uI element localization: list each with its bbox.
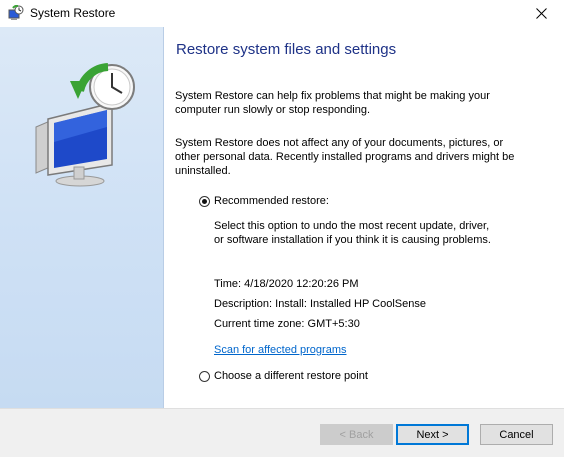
sidebar-panel [0,27,164,408]
close-button[interactable] [518,0,564,27]
system-restore-icon [8,5,24,20]
scan-affected-programs-link[interactable]: Scan for affected programs [214,344,346,356]
intro-line: System Restore can help fix problems tha… [175,90,490,102]
intro-line: computer run slowly or stop responding. [175,104,371,116]
recommended-restore-radio[interactable] [199,195,210,207]
current-timezone: Current time zone: GMT+5:30 [214,318,360,330]
next-button[interactable]: Next > [396,424,469,445]
window-title: System Restore [30,6,116,20]
different-restore-point-label: Choose a different restore point [214,370,368,382]
cancel-button[interactable]: Cancel [480,424,553,445]
different-restore-point-radio[interactable] [199,370,210,382]
description-line: Select this option to undo the most rece… [214,220,490,232]
back-button[interactable]: < Back [320,424,393,445]
system-restore-window: System Restore Restore system files and … [0,0,564,457]
button-bar: < Back Next > Cancel [0,408,564,457]
recommended-restore-option[interactable]: Recommended restore: [199,195,329,207]
close-icon [535,8,547,19]
page-title: Restore system files and settings [176,41,397,58]
data-notice-paragraph: System Restore does not affect any of yo… [175,136,525,178]
description-line: or software installation if you think it… [214,234,491,246]
intro-paragraph: System Restore can help fix problems tha… [175,89,525,117]
restore-time: Time: 4/18/2020 12:20:26 PM [214,278,359,290]
title-bar[interactable]: System Restore [0,0,564,27]
notice-line: uninstalled. [175,165,231,177]
main-content: Restore system files and settings System… [164,27,564,408]
restore-description: Description: Install: Installed HP CoolS… [214,298,426,310]
different-restore-point-option[interactable]: Choose a different restore point [199,370,368,382]
recommended-restore-label: Recommended restore: [214,195,329,207]
system-restore-illustration [35,63,135,187]
notice-line: other personal data. Recently installed … [175,151,515,163]
notice-line: System Restore does not affect any of yo… [175,137,504,149]
recommended-restore-description: Select this option to undo the most rece… [214,219,514,247]
